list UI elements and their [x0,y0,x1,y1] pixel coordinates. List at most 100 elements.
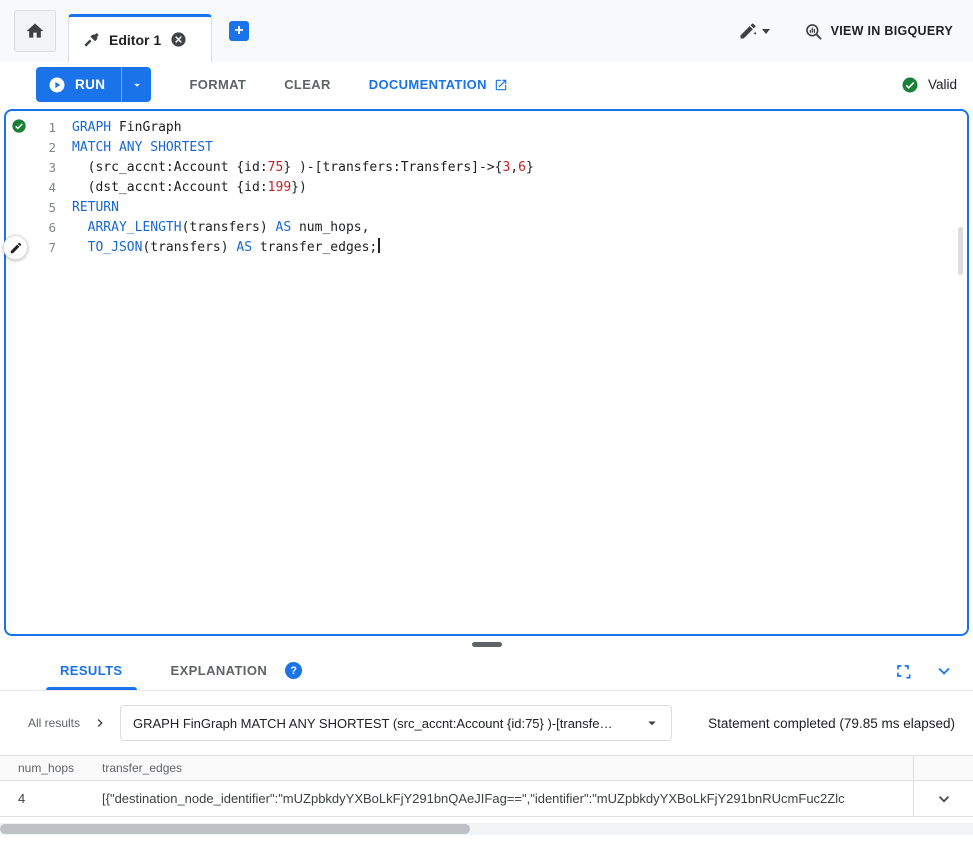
all-results-label[interactable]: All results [28,716,80,730]
view-in-bigquery-label: VIEW IN BIGQUERY [831,24,953,38]
table-header-row: num_hops transfer_edges [0,755,973,781]
format-button[interactable]: FORMAT [189,77,246,92]
horizontal-scrollbar[interactable] [0,823,973,835]
line-number: 6 [32,218,56,238]
documentation-link[interactable]: DOCUMENTATION [369,77,508,92]
bigquery-sql-workspace: Editor 1 + VIEW IN BIGQUERY RUN [0,0,973,835]
tab-strip: Editor 1 + VIEW IN BIGQUERY [0,0,973,62]
code-line[interactable]: 7 TO_JSON(transfers) AS transfer_edges; [32,238,967,258]
code-segment: , [510,160,518,175]
edit-with-assist-button[interactable] [3,235,28,260]
code-segment: FinGraph [111,120,181,135]
query-selector-dropdown[interactable]: GRAPH FinGraph MATCH ANY SHORTEST (src_a… [120,705,672,741]
scrollbar-thumb[interactable] [958,227,963,275]
tab-editor-1[interactable]: Editor 1 [68,14,212,62]
column-header-transfer-edges: transfer_edges [102,761,913,775]
code-lines[interactable]: 1GRAPH FinGraph2 MATCH ANY SHORTEST 3 (src… [32,111,967,634]
code-segment: (dst_accnt:Account {id: [72,180,268,195]
valid-label: Valid [928,77,957,92]
construction-icon [83,31,100,48]
code-segment: TO_JSON [88,240,143,255]
code-segment: } )-[transfers:Transfers]->{ [283,160,502,175]
chevron-right-icon[interactable] [92,715,108,731]
line-number: 3 [32,158,56,178]
code-segment: } [526,160,534,175]
code-line[interactable]: 2 MATCH ANY SHORTEST [32,138,967,158]
code-segment: (src_accnt:Account {id: [72,160,268,175]
tabstrip-actions: VIEW IN BIGQUERY [738,21,973,41]
home-tab[interactable] [14,10,56,52]
pencil-spark-icon [9,241,23,255]
code-segment: }) [291,180,307,195]
table-row: 4 [{"destination_node_identifier":"mUZpb… [0,781,973,817]
expand-row-icon[interactable] [934,789,954,809]
code-line[interactable]: 1GRAPH FinGraph [32,118,967,138]
chevron-down-icon [762,29,770,34]
code-segment: 6 [518,160,526,175]
results-tab-label: RESULTS [60,663,123,678]
code-segment [72,220,88,235]
clear-button[interactable]: CLEAR [284,77,331,92]
scrollbar-thumb[interactable] [0,824,470,834]
code-segment: GRAPH [72,120,111,135]
run-split-button: RUN [36,67,151,102]
collapse-panel-button[interactable] [933,660,955,682]
editor-vertical-scrollbar[interactable] [955,115,965,630]
tab-results[interactable]: RESULTS [36,651,147,690]
run-button[interactable]: RUN [36,67,121,102]
query-selector-value: GRAPH FinGraph MATCH ANY SHORTEST (src_a… [133,716,635,731]
code-segment: (transfers) [182,220,276,235]
text-cursor [378,238,380,253]
code-segment: RETURN [72,200,119,215]
run-options-button[interactable] [121,67,151,102]
code-segment: ARRAY_LENGTH [88,220,182,235]
results-tab-bar: RESULTS EXPLANATION ? [0,651,973,691]
code-line[interactable]: 6 ARRAY_LENGTH(transfers) AS num_hops, [32,218,967,238]
code-segment: 199 [268,180,291,195]
home-icon [25,21,45,41]
code-segment: (transfers) [142,240,236,255]
run-label: RUN [75,77,105,92]
code-segment: AS [276,220,292,235]
plus-icon: + [234,23,243,39]
column-header-num-hops: num_hops [0,761,102,775]
explanation-tab-label: EXPLANATION [171,663,268,678]
sql-editor[interactable]: 1GRAPH FinGraph2 MATCH ANY SHORTEST 3 (src… [4,109,969,636]
code-segment: AS [236,240,252,255]
line-number: 5 [32,198,56,218]
editor-toolbar: RUN FORMAT CLEAR DOCUMENTATION Valid [0,62,973,107]
chevron-down-icon [130,78,144,92]
results-query-row: All results GRAPH FinGraph MATCH ANY SHO… [0,691,973,755]
bigquery-magnifier-icon [804,22,823,41]
tab-explanation[interactable]: EXPLANATION [147,651,292,690]
add-tab-button[interactable]: + [229,21,249,41]
tab-label: Editor 1 [109,32,161,48]
valid-check-icon [901,76,919,94]
cell-transfer-edges: [{"destination_node_identifier":"mUZpbkd… [102,791,913,806]
code-segment [72,240,88,255]
cell-num-hops: 4 [0,791,102,806]
panel-resize-handle[interactable] [472,642,502,647]
column-header-actions [913,756,973,780]
code-line[interactable]: 5 RETURN [32,198,967,218]
open-in-new-icon [494,78,508,92]
code-segment: 75 [268,160,284,175]
dropdown-caret-icon [643,714,661,732]
view-in-bigquery-button[interactable]: VIEW IN BIGQUERY [804,22,953,41]
code-segment: num_hops, [291,220,369,235]
code-line[interactable]: 3 (src_accnt:Account {id:75} )-[transfer… [32,158,967,178]
fullscreen-button[interactable] [893,661,913,681]
results-table: num_hops transfer_edges 4 [{"destination… [0,755,973,817]
sql-generation-tool-button[interactable] [738,21,770,41]
editor-gutter [6,111,32,634]
results-panel-actions [893,660,973,682]
code-line[interactable]: 4 (dst_accnt:Account {id:199}) [32,178,967,198]
play-icon [48,76,66,94]
line-number: 4 [32,178,56,198]
code-segment: MATCH ANY SHORTEST [72,140,213,155]
line-number: 7 [32,238,56,258]
code-segment: transfer_edges; [252,240,377,255]
close-tab-icon[interactable] [170,31,187,48]
line-number: 2 [32,138,56,158]
statement-status: Statement completed (79.85 ms elapsed) [708,716,955,731]
